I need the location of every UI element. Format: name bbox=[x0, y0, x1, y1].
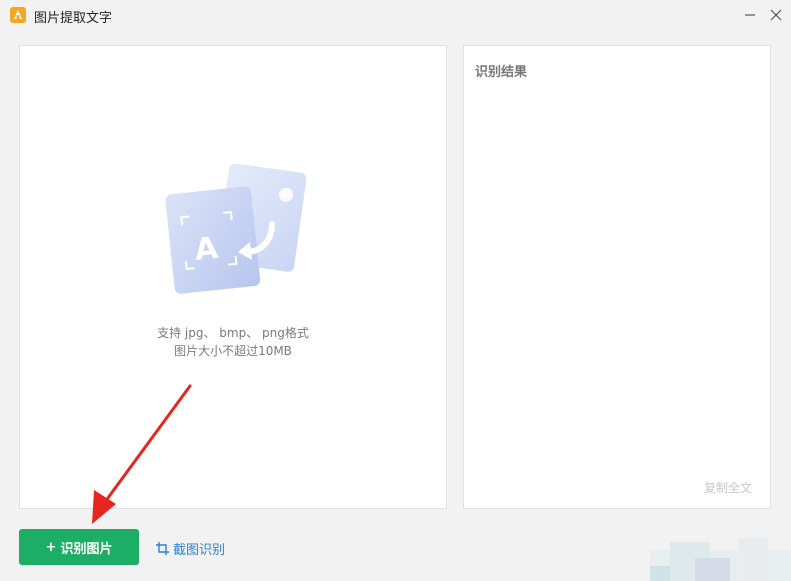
crop-icon bbox=[156, 542, 169, 555]
app-icon bbox=[10, 7, 26, 23]
close-icon bbox=[770, 9, 782, 21]
close-button[interactable] bbox=[764, 4, 788, 26]
result-panel: 识别结果 复制全文 bbox=[463, 45, 771, 509]
screenshot-recognize-label: 截图识别 bbox=[173, 543, 226, 558]
result-title: 识别结果 bbox=[475, 65, 528, 80]
svg-text:A: A bbox=[193, 231, 221, 268]
minimize-button[interactable] bbox=[738, 4, 762, 26]
title-bar: 图片提取文字 bbox=[0, 0, 791, 32]
recognize-image-button[interactable]: + 识别图片 bbox=[19, 529, 139, 565]
blurred-region bbox=[650, 538, 791, 581]
annotation-arrow bbox=[92, 384, 192, 524]
plus-icon: + bbox=[45, 539, 57, 555]
size-hint: 图片大小不超过10MB bbox=[174, 344, 292, 358]
recognize-image-label: 识别图片 bbox=[60, 541, 113, 557]
screenshot-recognize-link[interactable]: 截图识别 bbox=[156, 539, 225, 558]
format-hint: 支持 jpg、 bmp、 png格式 bbox=[157, 326, 309, 340]
window-title: 图片提取文字 bbox=[34, 11, 113, 26]
copy-all-button[interactable]: 复制全文 bbox=[704, 479, 752, 496]
image-text-illustration: A bbox=[165, 163, 306, 294]
minimize-icon bbox=[745, 14, 755, 16]
